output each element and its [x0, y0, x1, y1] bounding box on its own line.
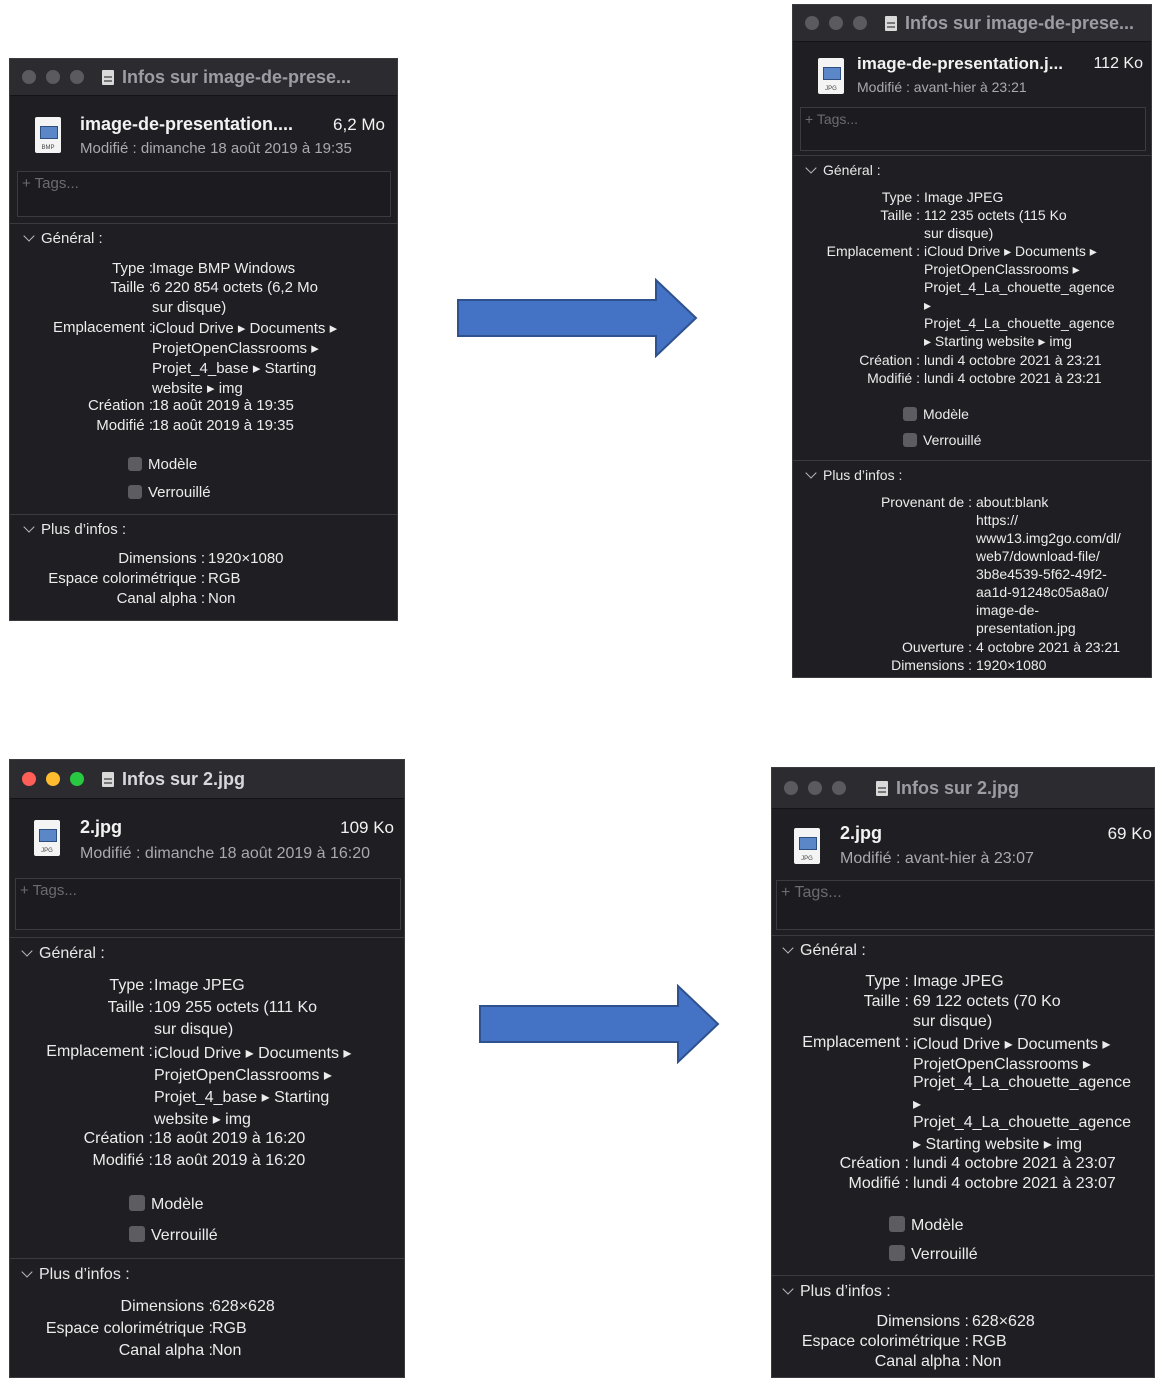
- stationery-checkbox[interactable]: Modèle: [889, 1216, 963, 1235]
- tags-field[interactable]: + Tags...: [15, 878, 401, 930]
- stationery-checkbox[interactable]: Modèle: [128, 456, 197, 473]
- more-info-section-toggle[interactable]: Plus d’infos :: [21, 1266, 130, 1284]
- more-info-section-toggle[interactable]: Plus d’infos :: [782, 1283, 891, 1301]
- window-title: Infos sur image-de-prese...: [905, 12, 1135, 33]
- close-button[interactable]: [784, 781, 798, 795]
- bmp-file-icon: BMP: [35, 117, 61, 153]
- chevron-down-icon: [782, 942, 794, 954]
- file-size: 69 Ko: [1107, 824, 1152, 843]
- more-info-section: [772, 1275, 1154, 1276]
- arrow-right-icon: [457, 278, 698, 358]
- more-info-section: [10, 1258, 404, 1259]
- chevron-down-icon: [805, 467, 817, 479]
- more-info-section-toggle[interactable]: Plus d’infos :: [805, 467, 902, 483]
- file-size: 109 Ko: [340, 818, 394, 837]
- file-name: 2.jpg: [80, 817, 123, 837]
- document-icon: [885, 15, 897, 31]
- title-bar[interactable]: Infos sur image-de-prese...: [10, 59, 397, 96]
- info-window-bmp-original: Infos sur image-de-prese... BMP image-de…: [9, 58, 398, 621]
- file-name: image-de-presentation.j...: [857, 54, 1063, 73]
- more-info-section: [793, 460, 1151, 461]
- general-section-toggle[interactable]: Général :: [782, 942, 866, 960]
- window-title: Infos sur 2.jpg: [896, 777, 1020, 798]
- file-size: 112 Ko: [1093, 55, 1143, 72]
- tags-field[interactable]: + Tags...: [17, 171, 391, 217]
- zoom-button[interactable]: [832, 781, 846, 795]
- info-window-2jpg-converted: Infos sur 2.jpg JPG 2.jpg 69 Ko Modifié …: [771, 767, 1155, 1378]
- tags-field[interactable]: + Tags...: [800, 107, 1146, 151]
- jpg-file-icon: JPG: [34, 820, 60, 856]
- document-icon: [102, 69, 114, 85]
- minimize-button[interactable]: [46, 70, 60, 84]
- zoom-button[interactable]: [70, 772, 84, 786]
- file-name: 2.jpg: [840, 823, 883, 843]
- locked-checkbox[interactable]: Verrouillé: [129, 1226, 218, 1245]
- chevron-down-icon: [805, 162, 817, 174]
- stationery-checkbox[interactable]: Modèle: [903, 406, 969, 422]
- close-button[interactable]: [22, 70, 36, 84]
- window-title: Infos sur 2.jpg: [122, 768, 246, 789]
- zoom-button[interactable]: [853, 16, 867, 30]
- minimize-button[interactable]: [46, 772, 60, 786]
- document-icon: [876, 780, 888, 796]
- locked-checkbox[interactable]: Verrouillé: [128, 484, 211, 501]
- jpg-file-icon: JPG: [818, 58, 844, 94]
- close-button[interactable]: [805, 16, 819, 30]
- document-icon: [102, 771, 114, 787]
- checkbox-box[interactable]: [128, 457, 142, 471]
- jpg-file-icon: JPG: [794, 828, 820, 864]
- minimize-button[interactable]: [829, 16, 843, 30]
- chevron-down-icon: [782, 1283, 794, 1295]
- general-section: [793, 155, 1151, 156]
- checkbox-box[interactable]: [128, 485, 142, 499]
- chevron-down-icon: [21, 945, 33, 957]
- general-section-toggle[interactable]: Général :: [21, 945, 105, 963]
- info-window-jpg-converted: Infos sur image-de-prese... JPG image-de…: [792, 4, 1152, 678]
- title-bar[interactable]: Infos sur image-de-prese...: [793, 5, 1151, 42]
- more-info-section: [10, 514, 397, 515]
- chevron-down-icon: [23, 230, 35, 242]
- chevron-down-icon: [23, 521, 35, 533]
- title-bar[interactable]: Infos sur 2.jpg: [10, 760, 404, 799]
- stationery-checkbox[interactable]: Modèle: [129, 1195, 203, 1214]
- checkbox-box[interactable]: [903, 433, 917, 447]
- checkbox-box[interactable]: [129, 1195, 145, 1211]
- locked-checkbox[interactable]: Verrouillé: [889, 1245, 978, 1264]
- general-section: [10, 223, 397, 224]
- general-section: [10, 937, 404, 938]
- modified-summary: Modifié : avant-hier à 23:07: [840, 850, 1034, 867]
- file-size: 6,2 Mo: [333, 115, 385, 134]
- checkbox-box[interactable]: [889, 1245, 905, 1261]
- modified-summary: Modifié : dimanche 18 août 2019 à 19:35: [80, 140, 352, 157]
- zoom-button[interactable]: [70, 70, 84, 84]
- general-section-toggle[interactable]: Général :: [23, 230, 103, 247]
- minimize-button[interactable]: [808, 781, 822, 795]
- file-name: image-de-presentation....: [80, 114, 294, 134]
- chevron-down-icon: [21, 1266, 33, 1278]
- locked-checkbox[interactable]: Verrouillé: [903, 432, 981, 448]
- modified-summary: Modifié : dimanche 18 août 2019 à 16:20: [80, 845, 370, 862]
- general-section: [772, 935, 1154, 936]
- general-section-toggle[interactable]: Général :: [805, 162, 881, 178]
- arrow-right-icon: [479, 984, 720, 1064]
- checkbox-box[interactable]: [889, 1216, 905, 1232]
- tags-field[interactable]: + Tags...: [776, 880, 1154, 930]
- title-bar[interactable]: Infos sur 2.jpg: [772, 768, 1154, 809]
- window-title: Infos sur image-de-prese...: [122, 66, 352, 87]
- modified-summary: Modifié : avant-hier à 23:21: [857, 79, 1027, 95]
- checkbox-box[interactable]: [903, 407, 917, 421]
- info-window-2jpg-original: Infos sur 2.jpg JPG 2.jpg 109 Ko Modifié…: [9, 759, 405, 1378]
- close-button[interactable]: [22, 772, 36, 786]
- checkbox-box[interactable]: [129, 1226, 145, 1242]
- more-info-section-toggle[interactable]: Plus d’infos :: [23, 521, 126, 538]
